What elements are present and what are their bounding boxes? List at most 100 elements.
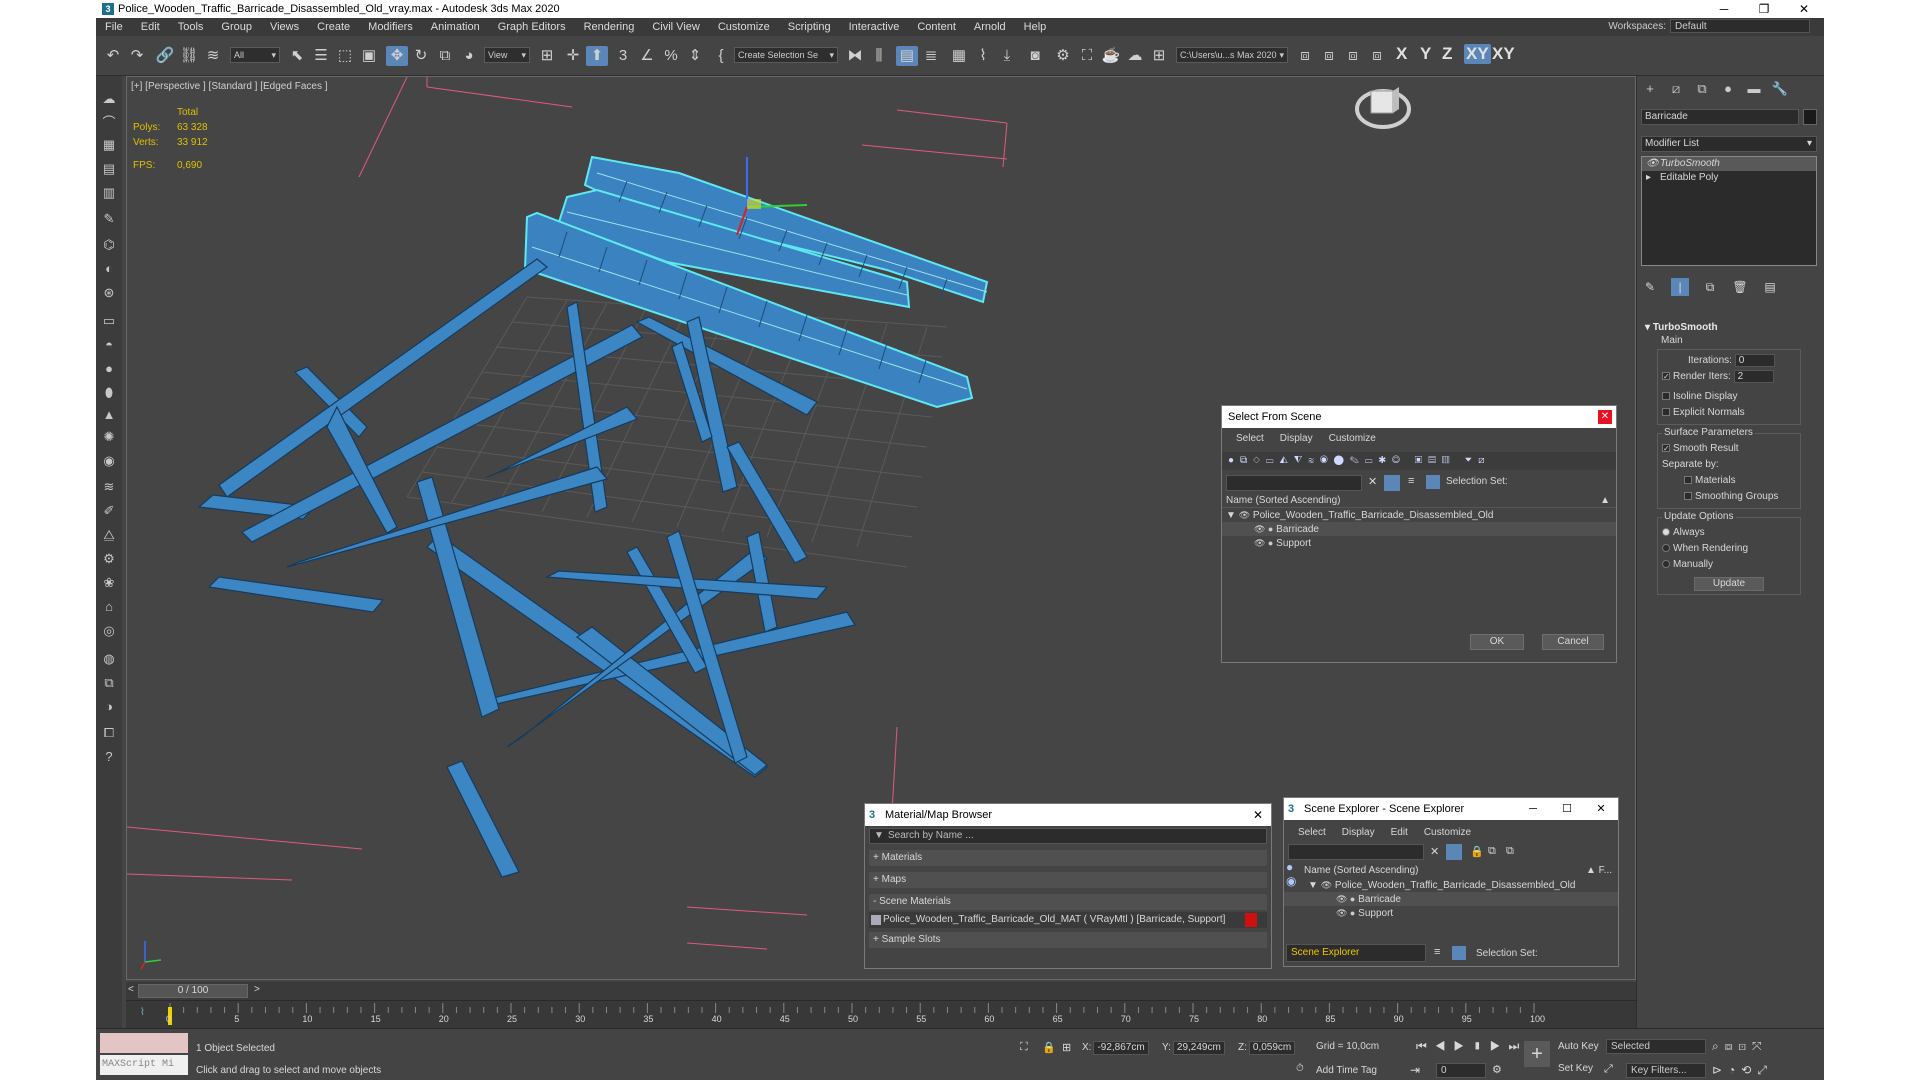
sfs-tree-item-support[interactable]: 👁 ● Support <box>1222 536 1616 550</box>
eye-icon[interactable]: 👁 <box>1239 510 1250 520</box>
minimize-button[interactable]: ─ <box>1704 0 1744 18</box>
sphere-blue-icon[interactable]: ◍ <box>100 650 118 668</box>
stack-item-turbosmooth[interactable]: 👁 TurboSmooth <box>1642 157 1816 171</box>
menu-animation[interactable]: Animation <box>422 18 489 36</box>
ribbon-toggle-icon[interactable]: ▦ <box>948 46 970 66</box>
geosphere-icon[interactable]: ◉ <box>100 452 118 470</box>
maxscript-output[interactable] <box>100 1033 188 1053</box>
stack-item-editable-poly[interactable]: ▸ Editable Poly <box>1642 171 1816 185</box>
materials-checkbox[interactable] <box>1684 476 1692 485</box>
playback-controls[interactable]: ⏮◀▶▮▶⏭ <box>1416 1039 1527 1054</box>
spinner-snap-icon[interactable]: ⇕ <box>684 46 706 66</box>
create-camera-icon[interactable]: ⌬ <box>100 236 118 254</box>
placement-icon[interactable]: ◕ <box>458 46 480 66</box>
render-iterative-icon[interactable]: ☁ <box>1124 46 1146 66</box>
axis-x-button[interactable]: X <box>1396 44 1407 64</box>
help-icon[interactable]: ? <box>100 748 118 766</box>
group-icon[interactable]: ⧈ <box>1366 46 1388 66</box>
sfs-menu-select[interactable]: Select <box>1228 430 1272 448</box>
time-slider[interactable]: < 0 / 100 > <box>126 982 1636 1000</box>
menu-scripting[interactable]: Scripting <box>779 18 840 36</box>
y-field[interactable]: 29,249cm <box>1172 1041 1225 1055</box>
set-key-button[interactable]: Set Key <box>1558 1063 1593 1074</box>
hierarchy-icon[interactable]: ⧉ <box>1488 845 1496 858</box>
axis-y-button[interactable]: Y <box>1420 44 1431 64</box>
reference-coord-dropdown[interactable]: View <box>484 47 530 63</box>
select-rotate-icon[interactable]: ↻ <box>410 46 432 66</box>
curve-editor-icon[interactable]: ⌇ <box>972 46 994 66</box>
schematic-view-icon[interactable]: ⤓ <box>996 46 1018 66</box>
auto-key-button[interactable]: Auto Key <box>1558 1041 1599 1052</box>
se-menu-edit[interactable]: Edit <box>1383 824 1416 842</box>
layers-icon[interactable]: ≡ <box>1408 475 1414 487</box>
menu-graph-editors[interactable]: Graph Editors <box>489 18 575 36</box>
sfs-filter-toolbar[interactable]: ●⧉⬦▭◭⧨≋◉⬤✎▭✱◎ ▣▤▥ ⏷⧄ <box>1222 452 1616 470</box>
se-menu-select[interactable]: Select <box>1290 824 1334 842</box>
sfs-tree-item-barricade[interactable]: 👁 ● Barricade <box>1222 522 1616 536</box>
viewport-label[interactable]: [+] [Perspective ] [Standard ] [Edged Fa… <box>131 81 328 92</box>
expand-icon[interactable]: ▼ <box>1226 510 1236 521</box>
key-mode-dropdown[interactable]: Selected <box>1606 1039 1706 1054</box>
menu-civil-view[interactable]: Civil View <box>643 18 708 36</box>
menu-file[interactable]: File <box>96 18 132 36</box>
align-icon[interactable]: ⫼ <box>868 46 890 66</box>
create-particles-icon[interactable]: ▥ <box>100 184 118 202</box>
curve-editor-mini-icon[interactable]: ⌇ <box>140 1007 145 1018</box>
cone-primitive-icon[interactable]: ▲ <box>100 406 118 424</box>
lock-icon[interactable]: 🔒 <box>1470 845 1484 858</box>
bind-space-warp-icon[interactable]: ≋ <box>202 46 224 66</box>
maximize-button[interactable]: ❐ <box>1744 0 1784 18</box>
rendered-frame-icon[interactable]: ⛶ <box>1076 46 1098 66</box>
project-folder-icon[interactable]: ⧈ <box>1294 46 1316 66</box>
sfs-search-input[interactable] <box>1226 475 1362 491</box>
modify-tab-icon[interactable]: ⧄ <box>1667 80 1685 98</box>
box-primitive-icon[interactable]: ▭ <box>100 312 118 330</box>
menu-help[interactable]: Help <box>1015 18 1056 36</box>
x-field[interactable]: -92,867cm <box>1093 1041 1149 1055</box>
cancel-button[interactable]: Cancel <box>1542 634 1604 650</box>
close-icon[interactable]: ✕ <box>1598 410 1612 424</box>
project-path-dropdown[interactable]: C:\Users\u...s Max 2020 <box>1176 47 1288 63</box>
menu-views[interactable]: Views <box>261 18 308 36</box>
default-tangents-icon[interactable]: ⤢ <box>1604 1063 1613 1076</box>
select-by-name-icon[interactable]: ☰ <box>310 46 332 66</box>
select-object-icon[interactable]: ⬉ <box>286 46 308 66</box>
clear-search-icon[interactable]: ✕ <box>1368 475 1377 488</box>
eye-icon[interactable]: 👁 <box>1646 157 1659 171</box>
viewcube[interactable] <box>1355 87 1411 129</box>
sphere-primitive-icon[interactable]: ● <box>100 360 118 378</box>
se-menu-display[interactable]: Display <box>1334 824 1383 842</box>
create-shapes-icon[interactable]: ⌒ <box>100 114 118 132</box>
hair-icon[interactable]: ≋ <box>100 478 118 496</box>
sfs-menu-customize[interactable]: Customize <box>1321 430 1384 448</box>
filter-icon[interactable] <box>1446 844 1462 860</box>
selection-set-icon[interactable] <box>1452 946 1466 960</box>
sfs-tree-root[interactable]: ▼ 👁 Police_Wooden_Traffic_Barricade_Disa… <box>1222 508 1616 522</box>
viewport-nav-icons-2[interactable]: ⊳◔⟲⤢ <box>1712 1063 1773 1078</box>
iterations-spinner[interactable]: 0 <box>1734 353 1775 367</box>
current-frame-field[interactable]: 0 <box>1436 1063 1486 1078</box>
maps-section[interactable]: + Maps <box>869 872 1267 888</box>
sun-light-icon[interactable]: ✺ <box>100 428 118 446</box>
create-compound-icon[interactable]: ▤ <box>100 160 118 178</box>
material-search-input[interactable]: ▼ Search by Name ... <box>869 828 1267 844</box>
create-geometry-icon[interactable]: ☁ <box>100 90 118 108</box>
rollout-title[interactable]: ▾ TurboSmooth <box>1641 322 1821 333</box>
sfs-menu-display[interactable]: Display <box>1272 430 1321 448</box>
prev-frame-icon[interactable]: < <box>128 984 134 995</box>
key-mode-icon[interactable]: ⇥ <box>1410 1063 1420 1077</box>
container-icon[interactable]: ⧠ <box>100 724 118 742</box>
clear-search-icon[interactable]: ✕ <box>1430 845 1439 858</box>
select-scale-icon[interactable]: ⧉ <box>434 46 456 66</box>
render-iters-spinner[interactable]: 2 <box>1733 369 1774 383</box>
expand-icon[interactable]: ▸ <box>1646 171 1651 185</box>
hierarchy-tab-icon[interactable]: ⧉ <box>1693 80 1711 98</box>
expand-icon[interactable]: ▼ <box>1308 880 1318 891</box>
cloth-icon[interactable]: ⧋ <box>100 526 118 544</box>
render-iters-checkbox[interactable]: ✓ <box>1662 372 1670 381</box>
next-frame-icon[interactable]: > <box>254 984 260 995</box>
when-rendering-radio[interactable] <box>1662 544 1670 553</box>
selection-set-icon[interactable] <box>1426 475 1440 489</box>
time-tag-icon[interactable]: ⏱ <box>1296 1063 1304 1074</box>
scene-explorer-toggle-icon[interactable]: ▤ <box>896 46 918 66</box>
